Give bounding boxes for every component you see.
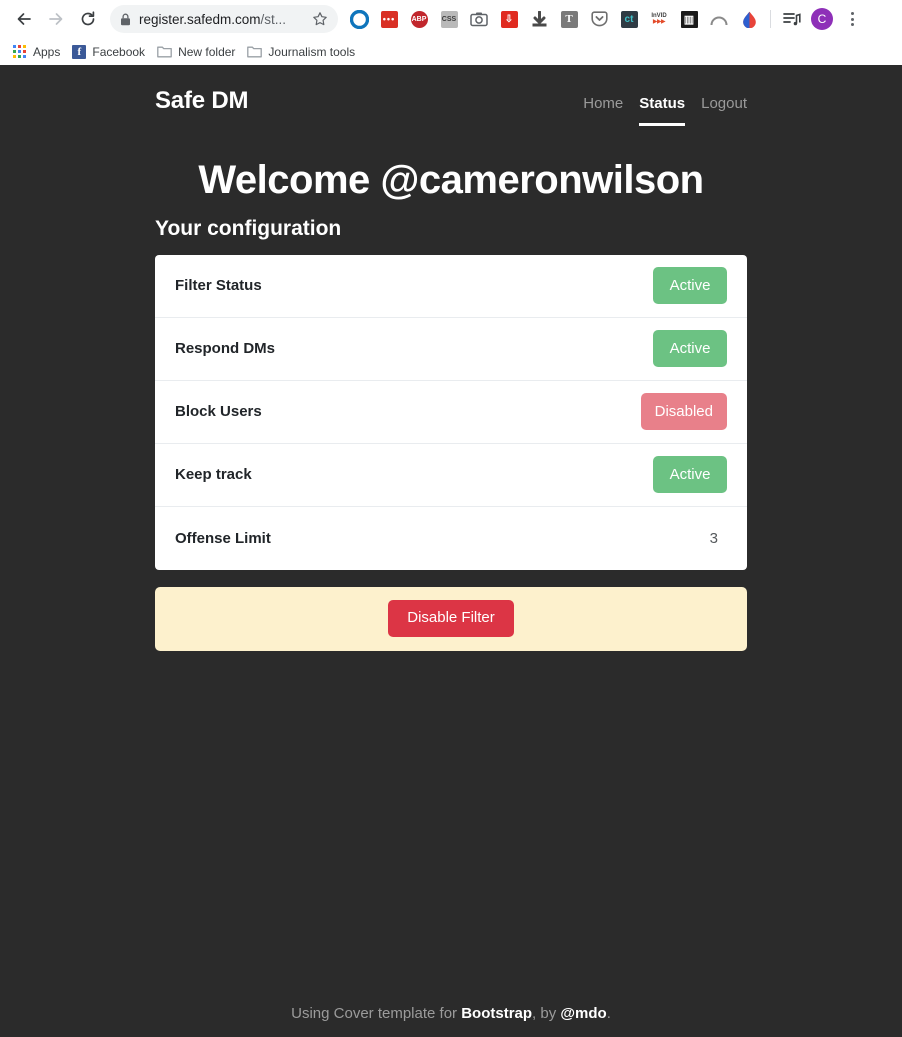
status-badge[interactable]: Active — [653, 267, 727, 304]
pocket-save-extension-icon[interactable] — [584, 3, 614, 35]
url-domain: register.safedm.com — [139, 11, 261, 27]
folder-icon — [157, 46, 172, 58]
browser-chrome: register.safedm.com/st... ••• ABP CSS ⇩ … — [0, 0, 902, 66]
citation-tool-extension-icon[interactable]: ct — [614, 3, 644, 35]
forward-arrow-icon — [49, 13, 63, 25]
footer-suffix: . — [606, 1005, 611, 1022]
configuration-subtitle: Your configuration — [155, 216, 342, 240]
bookmark-apps[interactable]: Apps — [9, 42, 68, 62]
row-label: Respond DMs — [175, 340, 276, 357]
table-row: Filter Status Active — [155, 255, 747, 318]
subtitle-wrapper: Your configuration — [155, 217, 747, 241]
table-row: Respond DMs Active — [155, 318, 747, 381]
bookmark-label: Apps — [33, 44, 61, 59]
arc-extension-icon[interactable] — [704, 3, 734, 35]
welcome-heading: Welcome @cameronwilson — [198, 157, 704, 202]
status-badge[interactable]: Active — [653, 456, 727, 493]
reload-button[interactable] — [72, 3, 104, 35]
table-row: Offense Limit 3 — [155, 507, 747, 570]
address-bar[interactable]: register.safedm.com/st... — [110, 5, 338, 33]
page-footer: Using Cover template for Bootstrap, by @… — [0, 1005, 902, 1022]
bookmark-label: New folder — [178, 44, 236, 59]
facebook-icon: f — [72, 44, 87, 59]
extensions-strip: ••• ABP CSS ⇩ T c t InVID ▶▶▶ ▥ C — [344, 3, 867, 35]
table-row: Block Users Disabled — [155, 381, 747, 444]
avatar-initial: C — [811, 8, 833, 30]
grammarly-extension-icon[interactable] — [344, 3, 374, 35]
nav-item-status[interactable]: Status — [639, 95, 686, 126]
playlist-extension-icon[interactable] — [777, 3, 807, 35]
back-button[interactable] — [8, 3, 40, 35]
video-downloader-extension-icon[interactable]: ⇩ — [494, 3, 524, 35]
url-text: register.safedm.com/st... — [139, 12, 304, 27]
chrome-menu-button[interactable] — [837, 3, 867, 35]
disable-filter-button[interactable]: Disable Filter — [388, 600, 514, 637]
bookmark-facebook[interactable]: f Facebook — [68, 42, 153, 62]
footer-mdo-link[interactable]: @mdo — [560, 1005, 606, 1022]
lock-icon — [121, 13, 130, 25]
bookmark-label: Journalism tools — [268, 44, 356, 59]
toolbar-divider — [770, 10, 771, 28]
folder-icon — [247, 46, 263, 58]
page-body: Safe DM Home Status Logout Welcome @came… — [0, 65, 902, 1037]
url-path: /st... — [260, 11, 287, 27]
invid-verification-extension-icon[interactable]: InVID ▶▶▶ — [644, 3, 674, 35]
configuration-card: Filter Status Active Respond DMs Active … — [155, 254, 747, 570]
status-badge[interactable]: Active — [653, 330, 727, 367]
css-viewer-extension-icon[interactable]: CSS — [434, 3, 464, 35]
text-tool-extension-icon[interactable]: T — [554, 3, 584, 35]
footer-middle: , by — [532, 1005, 561, 1022]
forward-button[interactable] — [40, 3, 72, 35]
footer-prefix: Using Cover template for — [291, 1005, 462, 1022]
nav-item-home[interactable]: Home — [583, 95, 623, 126]
disable-filter-alert: Disable Filter — [155, 586, 747, 651]
bookmark-journalism-tools[interactable]: Journalism tools — [243, 42, 363, 62]
row-label: Block Users — [175, 403, 262, 420]
bookmark-new-folder[interactable]: New folder — [153, 42, 243, 62]
main-nav: Home Status Logout — [583, 95, 747, 128]
apps-grid-icon — [13, 44, 27, 59]
screenshot-camera-extension-icon[interactable] — [464, 3, 494, 35]
status-badge[interactable]: Disabled — [640, 393, 727, 430]
bookmark-star-icon[interactable] — [312, 11, 328, 27]
pocket-list-extension-icon[interactable]: ••• — [374, 3, 404, 35]
row-label: Filter Status — [175, 277, 262, 294]
colorpick-extension-icon[interactable] — [734, 3, 764, 35]
bookmark-label: Facebook — [92, 44, 146, 59]
brand-title: Safe DM — [155, 87, 249, 114]
profile-avatar[interactable]: C — [807, 3, 837, 35]
nav-item-logout[interactable]: Logout — [701, 95, 747, 126]
adblock-plus-extension-icon[interactable]: ABP — [404, 3, 434, 35]
row-label: Offense Limit — [175, 529, 271, 547]
footer-bootstrap-link[interactable]: Bootstrap — [461, 1005, 532, 1022]
browser-toolbar: register.safedm.com/st... ••• ABP CSS ⇩ … — [0, 0, 902, 38]
table-row: Keep track Active — [155, 444, 747, 507]
archive-extension-icon[interactable]: ▥ — [674, 3, 704, 35]
chrome-menu-icon — [850, 12, 854, 26]
row-label: Keep track — [175, 466, 252, 483]
reload-icon — [81, 11, 95, 26]
download-arrow-extension-icon[interactable] — [524, 3, 554, 35]
bookmarks-bar: Apps f Facebook New folder Journalism to… — [0, 38, 902, 65]
back-arrow-icon — [17, 13, 31, 25]
site-header: Safe DM Home Status Logout — [155, 87, 747, 128]
offense-limit-value: 3 — [709, 529, 718, 547]
